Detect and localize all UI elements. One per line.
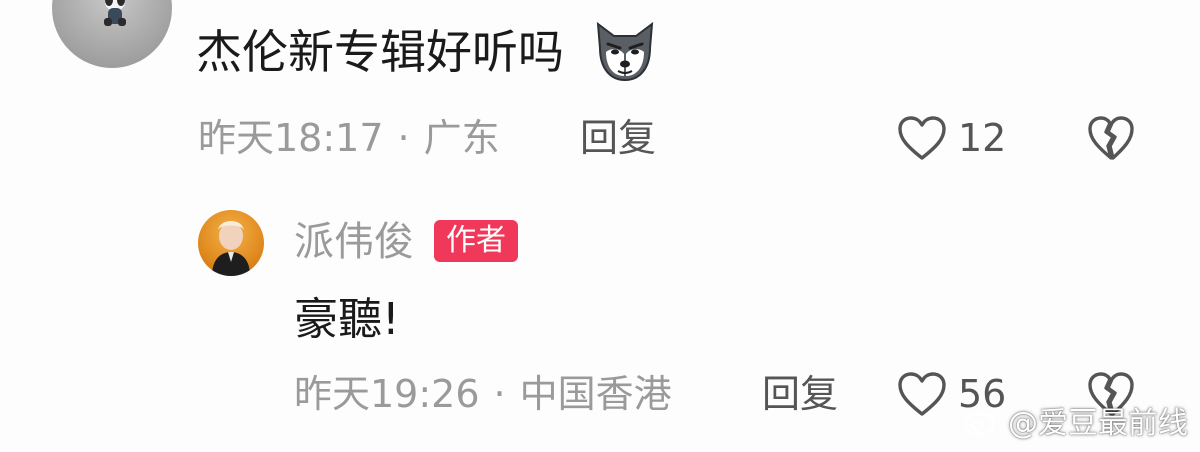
author-avatar-image — [212, 221, 250, 276]
reply-time: 昨天19:26 — [294, 372, 480, 416]
author-username[interactable]: 派伟俊 — [294, 216, 414, 268]
reply-location: 中国香港 — [519, 372, 672, 416]
comment-dislike-button[interactable] — [1086, 114, 1136, 162]
comment-meta: 昨天18:17 · 广东 — [198, 114, 500, 162]
reply-meta: 昨天19:26 · 中国香港 — [294, 370, 672, 418]
comment-text: 杰伦新专辑好听吗 — [196, 25, 564, 79]
comment-location: 广东 — [423, 116, 500, 160]
like-count: 12 — [958, 116, 1007, 160]
dog-avatar-image — [104, 0, 126, 26]
heart-icon — [898, 116, 946, 160]
meta-separator: · — [397, 116, 410, 160]
reply-text: 豪聽! — [294, 294, 400, 345]
broken-heart-icon — [1088, 116, 1134, 160]
comment-time: 昨天18:17 — [198, 116, 384, 160]
watermark-text: @爱豆最前线 — [1008, 406, 1188, 441]
author-badge: 作者 — [434, 220, 518, 262]
comment-thread: 杰伦新专辑好听吗 昨天18:17 · 广东 回复 12 派伟俊 作者 豪聽! 昨… — [0, 0, 1200, 452]
meta-separator: · — [493, 372, 506, 416]
weibo-logo-icon — [963, 408, 1000, 436]
wolf-emoji-icon — [596, 21, 654, 82]
reply-reply-button[interactable]: 回复 — [762, 370, 838, 418]
commenter-avatar[interactable] — [52, 0, 172, 68]
comment-like-button[interactable]: 12 — [896, 114, 1006, 162]
heart-icon — [898, 372, 946, 416]
author-avatar[interactable] — [198, 210, 264, 276]
comment-reply-button[interactable]: 回复 — [580, 114, 656, 162]
weibo-watermark: @爱豆最前线 — [962, 398, 1188, 442]
